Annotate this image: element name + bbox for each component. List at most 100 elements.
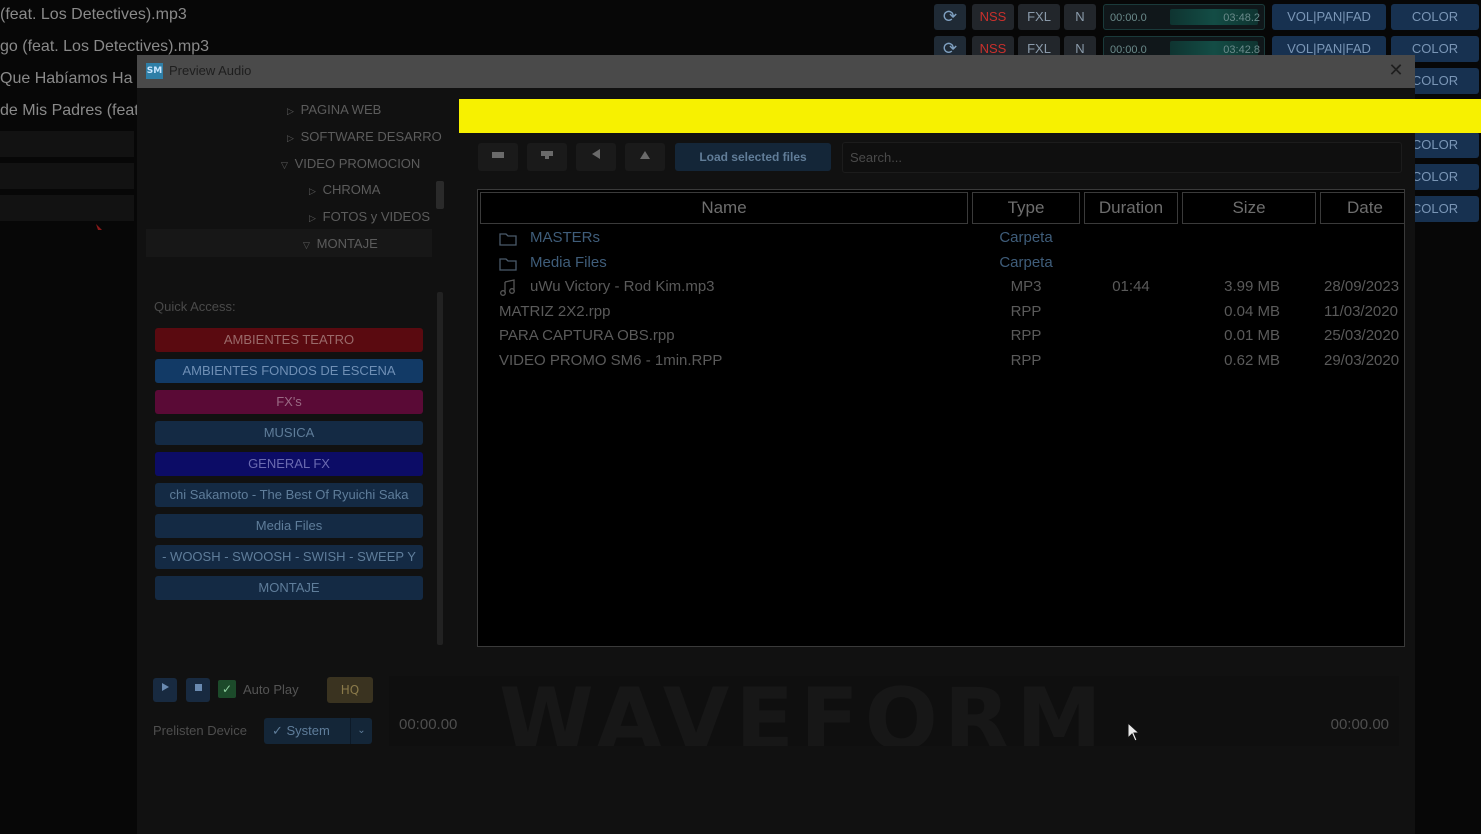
preview-audio-dialog: SM Preview Audio ✕ ▷ PAGINA WEB ▷ SOFTWAR… <box>137 55 1481 834</box>
n-button[interactable]: N <box>1064 4 1096 30</box>
quick-access-item[interactable]: chi Sakamoto - The Best Of Ryuichi Saka <box>155 483 423 507</box>
folder-icon <box>499 233 517 246</box>
cell-name: PARA CAPTURA OBS.rpp <box>499 327 675 344</box>
details-view-icon <box>541 151 553 159</box>
cell-name: MASTERs <box>530 229 601 246</box>
tree-arrow-icon[interactable]: ▷ <box>309 213 319 224</box>
cell-size: 0.01 MB <box>1224 327 1280 344</box>
cell-type: Carpeta <box>999 229 1053 246</box>
prelisten-device-select[interactable]: ✓ System ⌄ <box>264 718 372 744</box>
tree-arrow-icon[interactable]: ▽ <box>281 160 291 171</box>
cell-type: MP3 <box>1010 278 1042 295</box>
table-row[interactable]: Media Files Carpeta <box>478 252 1404 276</box>
tree-item[interactable]: ▷ FOTOS y VIDEOS <box>309 209 430 224</box>
track-slot <box>0 131 134 157</box>
color-button[interactable]: COLOR <box>1391 4 1479 30</box>
cell-date: 28/09/2023 <box>1324 278 1400 295</box>
time-start: 00:00.00 <box>399 716 458 733</box>
list-view-icon <box>492 152 504 158</box>
tree-item-label: SOFTWARE DESARRO <box>300 129 442 144</box>
cell-date: 25/03/2020 <box>1324 327 1400 344</box>
tree-item[interactable]: ▷ SOFTWARE DESARRO <box>287 129 442 144</box>
track-name: Que Habíamos Ha <box>0 70 133 87</box>
waveform-display[interactable]: WAVEFORM 00:00.00 00:00.00 <box>389 676 1399 746</box>
chevron-down-icon[interactable]: ⌄ <box>350 718 372 744</box>
back-button[interactable] <box>576 143 616 171</box>
view-list-button[interactable] <box>478 143 518 171</box>
cell-duration: 01:44 <box>1112 278 1150 295</box>
highlight-bar <box>459 99 1481 133</box>
quick-access-item[interactable]: Media Files <box>155 514 423 538</box>
cell-size: 0.04 MB <box>1224 302 1280 320</box>
track-slot <box>0 163 134 189</box>
up-arrow-icon <box>640 151 650 159</box>
table-row[interactable]: PARA CAPTURA OBS.rpp RPP 0.01 MB 25/03/2020 <box>478 325 1404 349</box>
cell-type: RPP <box>1010 327 1042 344</box>
play-button[interactable] <box>153 678 177 702</box>
quick-access-item[interactable]: MUSICA <box>155 421 423 445</box>
music-note-icon <box>500 279 515 296</box>
cell-date: 11/03/2020 <box>1324 302 1398 320</box>
tree-arrow-icon[interactable]: ▷ <box>287 133 297 144</box>
table-row[interactable]: VIDEO PROMO SM6 - 1min.RPP RPP 0.62 MB 29/0… <box>478 350 1404 374</box>
tree-item-label: VIDEO PROMOCION <box>294 156 421 171</box>
search-input[interactable]: Search... <box>842 142 1402 173</box>
tree-arrow-icon[interactable]: ▷ <box>287 106 297 117</box>
quick-access-item[interactable]: AMBIENTES TEATRO <box>155 328 423 352</box>
tree-scrollbar[interactable] <box>436 181 444 209</box>
stop-button[interactable] <box>186 678 210 702</box>
tree-arrow-icon[interactable]: ▷ <box>309 186 319 197</box>
header-name[interactable]: Name <box>480 192 968 224</box>
tree-item[interactable]: ▷ CHROMA <box>309 182 380 197</box>
hq-button[interactable]: HQ <box>327 677 373 703</box>
header-type[interactable]: Type <box>972 192 1080 224</box>
close-icon[interactable]: ✕ <box>1385 60 1407 82</box>
header-duration[interactable]: Duration <box>1084 192 1178 224</box>
stop-icon <box>194 684 202 691</box>
back-arrow-icon <box>592 149 600 159</box>
quick-access-item[interactable]: GENERAL FX <box>155 452 423 476</box>
quick-access-item[interactable]: - WOOSH - SWOOSH - SWISH - SWEEP Y <box>155 545 423 569</box>
nss-button[interactable]: NSS <box>972 4 1014 30</box>
play-icon <box>161 683 169 691</box>
load-selected-files-button[interactable]: Load selected files <box>675 143 831 171</box>
cell-size: 0.62 MB <box>1224 351 1280 369</box>
quick-access-scrollbar[interactable] <box>437 292 443 645</box>
app-icon: SM <box>146 63 163 79</box>
cell-name: uWu Victory - Rod Kim.mp3 <box>530 278 715 295</box>
vol-pan-fad-button[interactable]: VOL|PAN|FAD <box>1272 4 1386 30</box>
track-waveform[interactable]: 00:00.0 03:48.2 <box>1103 4 1265 30</box>
quick-access-item[interactable]: MONTAJE <box>155 576 423 600</box>
view-details-button[interactable] <box>527 143 567 171</box>
autoplay-checkbox[interactable]: ✓ <box>218 680 236 698</box>
quick-access-item[interactable]: FX's <box>155 390 423 414</box>
up-folder-button[interactable] <box>625 143 665 171</box>
table-row[interactable]: MASTERs Carpeta <box>478 227 1404 251</box>
device-value: ✓ System <box>272 723 330 738</box>
header-date[interactable]: Date <box>1320 192 1404 224</box>
tree-item-label: MONTAJE <box>316 236 378 251</box>
quick-access-label: Quick Access: <box>154 299 236 314</box>
fxl-button[interactable]: FXL <box>1018 4 1060 30</box>
track-name: de Mis Padres (feat <box>0 102 139 119</box>
table-row[interactable]: MATRIZ 2X2.rpp RPP 0.04 MB 11/03/2020 <box>478 301 1404 325</box>
tree-selected-highlight <box>146 229 432 257</box>
background-track: (feat. Los Detectives).mp3 ⟳ NSS FXL N 00:00.… <box>0 1 1481 31</box>
quick-access-item[interactable]: AMBIENTES FONDOS DE ESCENA <box>155 359 423 383</box>
prelisten-device-label: Prelisten Device <box>153 723 247 738</box>
tree-item[interactable]: ▽ VIDEO PROMOCION <box>281 156 420 171</box>
app-root: (feat. Los Detectives).mp3 ⟳ NSS FXL N 00:00.… <box>0 0 1481 834</box>
table-row[interactable]: uWu Victory - Rod Kim.mp3 MP3 01:44 3.99 MB… <box>478 276 1404 300</box>
dialog-title: Preview Audio <box>169 63 252 78</box>
time-end: 00:00.00 <box>1330 716 1389 733</box>
refresh-icon[interactable]: ⟳ <box>934 4 966 30</box>
header-size[interactable]: Size <box>1182 192 1316 224</box>
tree-item[interactable]: ▽ MONTAJE <box>303 236 378 251</box>
cell-type: RPP <box>1010 351 1042 369</box>
cell-name: VIDEO PROMO SM6 - 1min.RPP <box>499 351 723 369</box>
cell-type: Carpeta <box>999 253 1053 271</box>
track-time-start: 00:00.0 <box>1110 12 1147 24</box>
dialog-titlebar[interactable]: SM Preview Audio ✕ <box>137 55 1415 88</box>
tree-item[interactable]: ▷ PAGINA WEB <box>287 102 381 117</box>
tree-arrow-icon[interactable]: ▽ <box>303 240 313 251</box>
